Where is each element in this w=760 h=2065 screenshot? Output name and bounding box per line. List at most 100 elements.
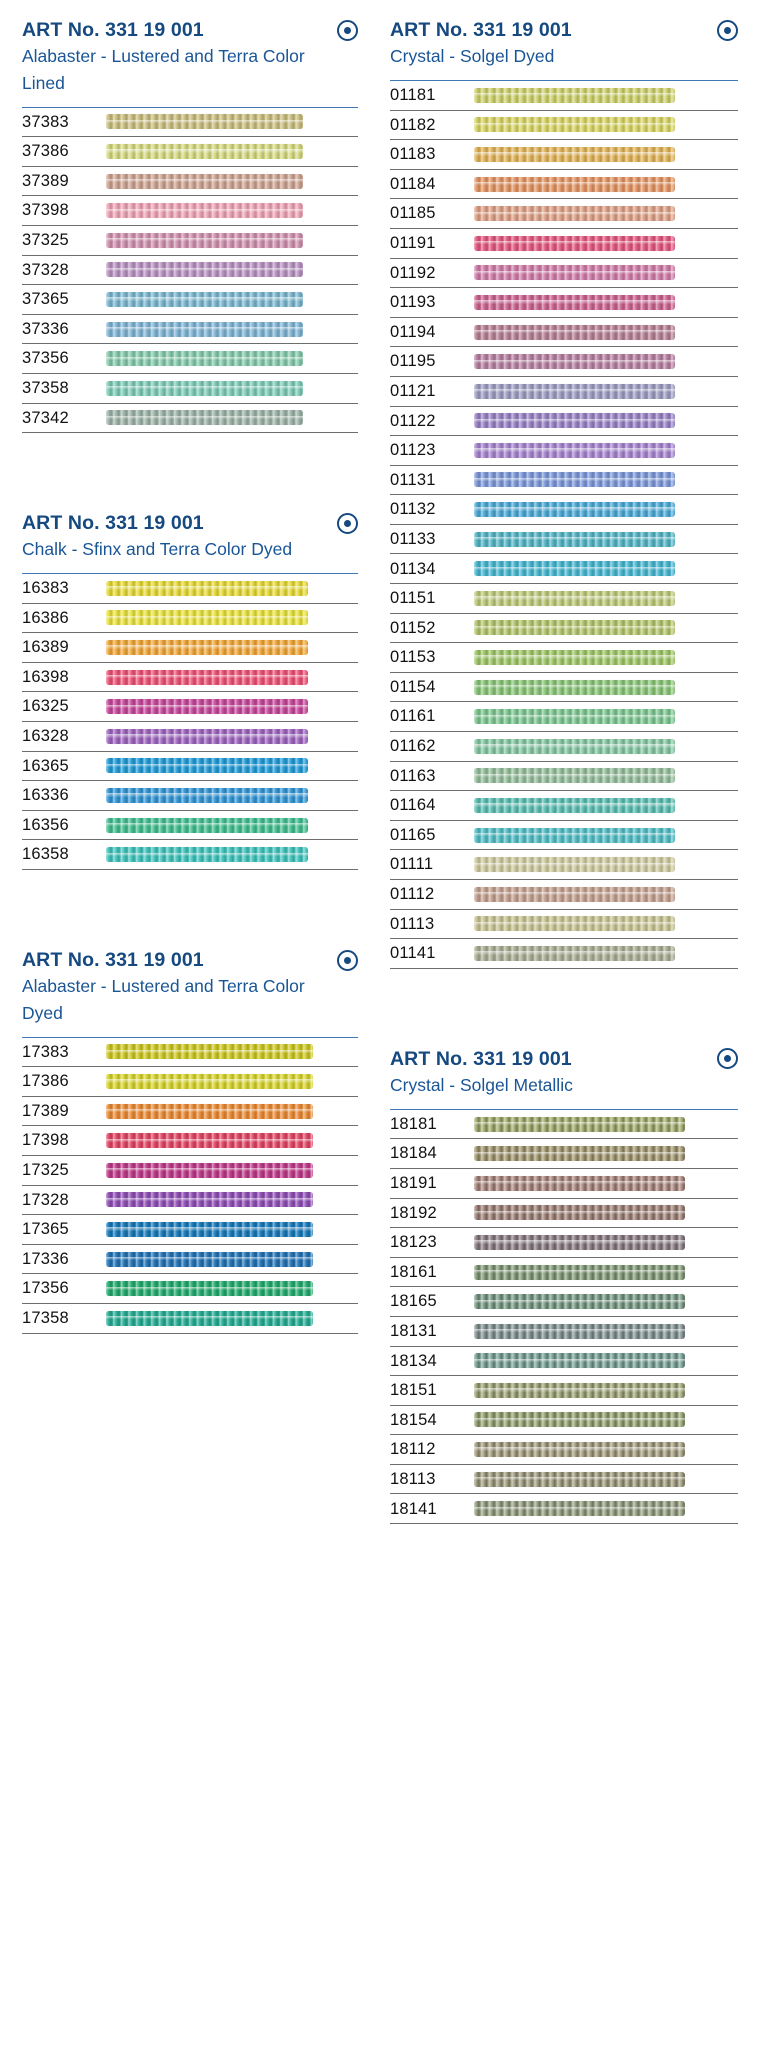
table-row[interactable]: 01122 xyxy=(390,407,738,437)
color-code: 18141 xyxy=(390,1499,437,1518)
bead-strip-swatch xyxy=(106,610,308,626)
bead-strip-swatch xyxy=(106,1162,313,1178)
table-row[interactable]: 16358 xyxy=(22,840,358,870)
table-row[interactable]: 01185 xyxy=(390,199,738,229)
art-number: ART No. 331 19 001 xyxy=(22,512,204,535)
table-row[interactable]: 01152 xyxy=(390,614,738,644)
bead-strip-swatch xyxy=(106,291,303,307)
table-row[interactable]: 01151 xyxy=(390,584,738,614)
table-row[interactable]: 01162 xyxy=(390,732,738,762)
table-row[interactable]: 16365 xyxy=(22,752,358,782)
table-row[interactable]: 16386 xyxy=(22,604,358,634)
bead-strip-cell xyxy=(474,1376,738,1405)
bead-strip-swatch xyxy=(474,1382,686,1398)
color-code: 01162 xyxy=(390,737,436,756)
table-row[interactable]: 18131 xyxy=(390,1317,738,1347)
bead-strip-cell xyxy=(106,811,358,840)
table-row[interactable]: 01193 xyxy=(390,288,738,318)
table-row[interactable]: 01183 xyxy=(390,140,738,170)
table-row[interactable]: 01111 xyxy=(390,850,738,880)
table-row[interactable]: 18191 xyxy=(390,1169,738,1199)
table-row[interactable]: 16325 xyxy=(22,692,358,723)
table-row[interactable]: 01163 xyxy=(390,762,738,792)
table-row[interactable]: 17389 xyxy=(22,1097,358,1127)
table-row[interactable]: 01195 xyxy=(390,347,738,377)
table-row[interactable]: 01184 xyxy=(390,170,738,200)
table-row[interactable]: 18184 xyxy=(390,1139,738,1169)
table-row[interactable]: 01164 xyxy=(390,791,738,821)
table-row[interactable]: 37389 xyxy=(22,167,358,197)
table-row[interactable]: 18181 xyxy=(390,1110,738,1140)
table-row[interactable]: 37383 xyxy=(22,108,358,138)
table-row[interactable]: 18123 xyxy=(390,1228,738,1258)
panel-spacer xyxy=(390,975,738,1029)
bead-strip-swatch xyxy=(106,580,308,596)
table-row[interactable]: 16398 xyxy=(22,663,358,693)
table-row[interactable]: 37356 xyxy=(22,344,358,374)
table-row[interactable]: 37328 xyxy=(22,256,358,286)
table-row[interactable]: 18154 xyxy=(390,1406,738,1436)
panel-subtitle: Alabaster - Lustered and Terra Color Dye… xyxy=(22,976,305,1023)
color-code: 17365 xyxy=(22,1220,69,1239)
bead-strip-swatch xyxy=(106,262,303,278)
table-row[interactable]: 37386 xyxy=(22,137,358,167)
table-row[interactable]: 37398 xyxy=(22,196,358,226)
table-row[interactable]: 16383 xyxy=(22,574,358,604)
table-row[interactable]: 01134 xyxy=(390,554,738,585)
table-row[interactable]: 37358 xyxy=(22,374,358,404)
table-row[interactable]: 01131 xyxy=(390,466,738,496)
table-row[interactable]: 16356 xyxy=(22,811,358,841)
table-row[interactable]: 17386 xyxy=(22,1067,358,1097)
table-row[interactable]: 01191 xyxy=(390,229,738,259)
table-row[interactable]: 01182 xyxy=(390,111,738,141)
table-row[interactable]: 01113 xyxy=(390,910,738,940)
bead-strip-cell xyxy=(474,495,738,524)
color-row-list: 16383 16386 16389 16398 16325 16328 16365 16336… xyxy=(22,574,358,870)
table-row[interactable]: 17383 xyxy=(22,1038,358,1068)
table-row[interactable]: 01112 xyxy=(390,880,738,910)
bead-strip-swatch xyxy=(474,502,675,518)
table-row[interactable]: 17358 xyxy=(22,1304,358,1334)
table-row[interactable]: 37325 xyxy=(22,226,358,256)
table-row[interactable]: 01123 xyxy=(390,436,738,466)
bead-strip-cell xyxy=(106,285,358,314)
table-row[interactable]: 17398 xyxy=(22,1126,358,1156)
table-row[interactable]: 16328 xyxy=(22,722,358,752)
table-row[interactable]: 01141 xyxy=(390,939,738,969)
table-row[interactable]: 01154 xyxy=(390,673,738,703)
table-row[interactable]: 17356 xyxy=(22,1274,358,1304)
table-row[interactable]: 18141 xyxy=(390,1494,738,1525)
bead-strip-cell xyxy=(474,1317,738,1346)
bead-strip-swatch xyxy=(106,114,303,130)
table-row[interactable]: 17328 xyxy=(22,1186,358,1216)
table-row[interactable]: 18192 xyxy=(390,1199,738,1229)
table-row[interactable]: 01192 xyxy=(390,259,738,289)
table-row[interactable]: 18112 xyxy=(390,1435,738,1465)
table-row[interactable]: 01165 xyxy=(390,821,738,851)
table-row[interactable]: 17325 xyxy=(22,1156,358,1186)
table-row[interactable]: 37342 xyxy=(22,404,358,434)
table-row[interactable]: 01153 xyxy=(390,643,738,673)
table-row[interactable]: 01161 xyxy=(390,702,738,733)
table-row[interactable]: 01132 xyxy=(390,495,738,525)
bead-strip-swatch xyxy=(106,1073,313,1089)
table-row[interactable]: 01181 xyxy=(390,81,738,111)
table-row[interactable]: 18165 xyxy=(390,1287,738,1317)
table-row[interactable]: 18151 xyxy=(390,1376,738,1406)
table-row[interactable]: 18161 xyxy=(390,1258,738,1288)
table-row[interactable]: 18134 xyxy=(390,1347,738,1377)
table-row[interactable]: 01121 xyxy=(390,377,738,407)
finish-circle-icon xyxy=(337,19,358,41)
table-row[interactable]: 37336 xyxy=(22,315,358,345)
color-code: 01111 xyxy=(390,855,434,874)
bead-strip-cell xyxy=(106,196,358,225)
table-row[interactable]: 17365 xyxy=(22,1215,358,1245)
catalog-columns: ART No. 331 19 001 Alabaster - Lustered a… xyxy=(0,0,760,1530)
table-row[interactable]: 18113 xyxy=(390,1465,738,1495)
table-row[interactable]: 16336 xyxy=(22,781,358,811)
table-row[interactable]: 01194 xyxy=(390,318,738,348)
table-row[interactable]: 01133 xyxy=(390,525,738,555)
table-row[interactable]: 17336 xyxy=(22,1245,358,1275)
table-row[interactable]: 16389 xyxy=(22,633,358,663)
table-row[interactable]: 37365 xyxy=(22,285,358,315)
